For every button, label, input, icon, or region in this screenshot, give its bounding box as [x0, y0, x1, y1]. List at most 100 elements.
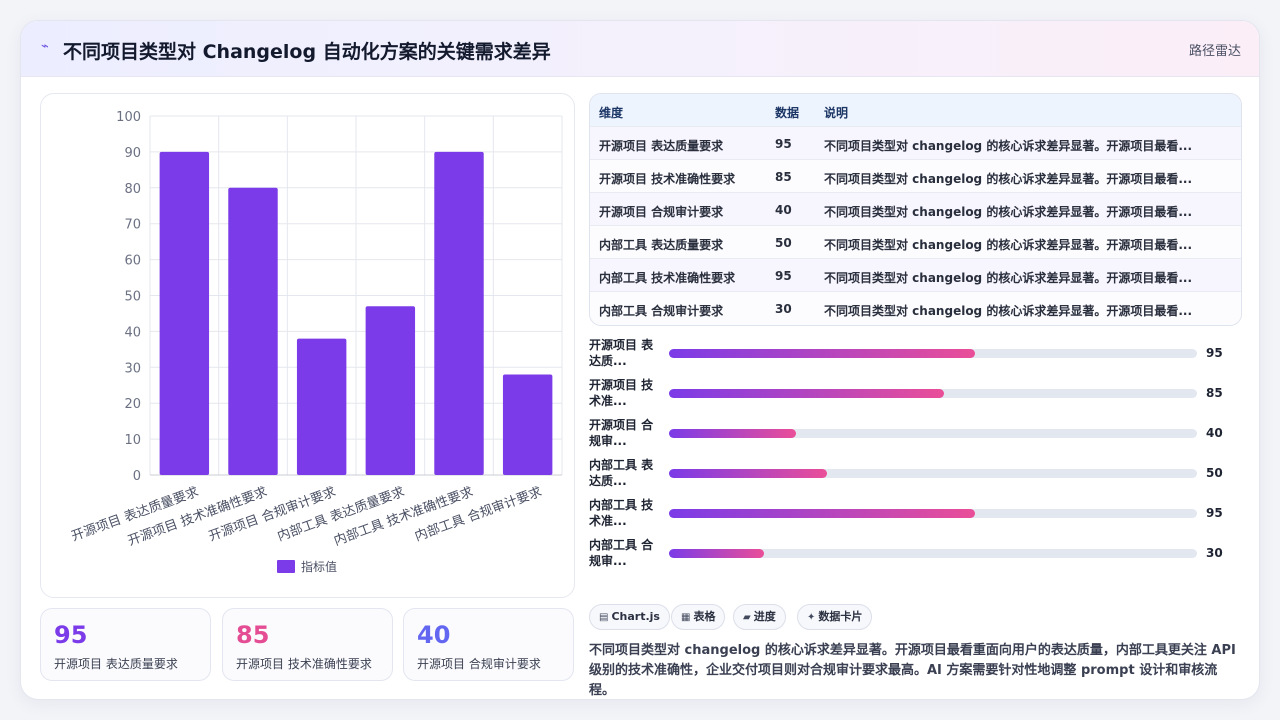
progress-fill: [669, 509, 976, 518]
table-cell: 不同项目类型对 changelog 的核心诉求差异显著。开源项目最看...: [824, 172, 1193, 186]
table-header-row: 维度 数据 说明: [590, 94, 1241, 127]
progress-track: [669, 389, 1197, 398]
bar: [228, 187, 278, 476]
stat-label: 开源项目 合规审计要求: [417, 657, 541, 671]
table-header-cell: 数据: [775, 106, 800, 120]
stat-value: 85: [236, 621, 270, 649]
table-cell: 95: [775, 269, 792, 283]
y-tick-label: 100: [116, 110, 141, 125]
progress-row: 开源项目 技术准... 85: [589, 377, 1249, 411]
y-tick-label: 0: [133, 469, 141, 484]
progress-label: 内部工具 表达质...: [589, 458, 654, 488]
table-cell: 内部工具 表达质量要求: [599, 238, 724, 252]
progress-label: 内部工具 技术准...: [589, 498, 654, 528]
stat-label: 开源项目 技术准确性要求: [236, 657, 372, 671]
bar: [296, 338, 347, 475]
progress-label: 内部工具 合规审...: [589, 538, 654, 568]
table-row: 内部工具 合规审计要求 30 不同项目类型对 changelog 的核心诉求差异…: [590, 292, 1241, 325]
table-cell: 不同项目类型对 changelog 的核心诉求差异显著。开源项目最看...: [824, 238, 1193, 252]
progress-track: [669, 549, 1197, 558]
summary-text: 不同项目类型对 changelog 的核心诉求差异显著。开源项目最看重面向用户的…: [589, 643, 1236, 698]
progress-value: 95: [1206, 506, 1223, 520]
chip-chartjs[interactable]: ▤ Chart.js: [589, 604, 670, 630]
progress-fill: [669, 389, 944, 398]
progress-value: 50: [1206, 466, 1223, 480]
stat-value: 40: [417, 621, 451, 649]
progress-track: [669, 349, 1197, 358]
chip-label: 表格: [693, 610, 716, 623]
progress-fill: [669, 549, 765, 558]
table-cell: 不同项目类型对 changelog 的核心诉求差异显著。开源项目最看...: [824, 271, 1193, 285]
progress-label: 开源项目 合规审...: [589, 418, 654, 448]
table-cell: 不同项目类型对 changelog 的核心诉求差异显著。开源项目最看...: [824, 304, 1193, 318]
table-cell: 内部工具 合规审计要求: [599, 304, 724, 318]
data-table: 维度 数据 说明 开源项目 表达质量要求 95 不同项目类型对 changelo…: [589, 93, 1242, 326]
table-cell: 内部工具 技术准确性要求: [599, 271, 736, 285]
legend-label: 指标值: [301, 559, 337, 574]
table-cell: 40: [775, 203, 792, 217]
table-cell: 不同项目类型对 changelog 的核心诉求差异显著。开源项目最看...: [824, 139, 1193, 153]
chip-data-card[interactable]: ✦ 数据卡片: [797, 604, 873, 630]
stat-card-3: 40 开源项目 合规审计要求: [403, 608, 574, 681]
bar: [159, 151, 210, 475]
progress-row: 内部工具 合规审... 30: [589, 537, 1249, 571]
chip-label: 数据卡片: [818, 610, 863, 623]
bar: [365, 306, 416, 475]
y-tick-label: 40: [124, 325, 141, 340]
dashboard-card: ⌁ 不同项目类型对 Changelog 自动化方案的关键需求差异 路径雷达 0 1…: [20, 20, 1260, 700]
table-cell: 30: [775, 302, 792, 316]
progress-fill: [669, 469, 828, 478]
table-cell: 开源项目 技术准确性要求: [599, 172, 736, 186]
progress-value: 85: [1206, 386, 1223, 400]
table-icon: ▦: [681, 612, 691, 623]
chart-icon: ▤: [599, 612, 609, 623]
page-title: 不同项目类型对 Changelog 自动化方案的关键需求差异: [63, 41, 551, 63]
progress-fill: [669, 429, 796, 438]
table-cell: 95: [775, 137, 792, 151]
progress-label: 开源项目 技术准...: [589, 378, 654, 408]
chip-label: Chart.js: [611, 610, 660, 623]
table-cell: 开源项目 合规审计要求: [599, 205, 724, 219]
y-tick-label: 90: [124, 146, 141, 161]
table-cell: 85: [775, 170, 792, 184]
stat-label: 开源项目 表达质量要求: [54, 657, 178, 671]
chip-progress[interactable]: ▰ 进度: [733, 604, 786, 630]
progress-icon: ▰: [743, 612, 751, 623]
table-header-cell: 维度: [599, 106, 624, 120]
y-tick-label: 30: [124, 361, 141, 376]
bar: [502, 374, 553, 475]
y-tick-label: 60: [124, 254, 141, 269]
chip-label: 进度: [753, 610, 776, 623]
y-tick-label: 80: [124, 182, 141, 197]
table-row: 开源项目 技术准确性要求 85 不同项目类型对 changelog 的核心诉求差…: [590, 160, 1241, 193]
y-tick-label: 20: [124, 397, 141, 412]
progress-row: 内部工具 技术准... 95: [589, 497, 1249, 531]
progress-value: 40: [1206, 426, 1223, 440]
stat-card-2: 85 开源项目 技术准确性要求: [222, 608, 393, 681]
table-cell: 不同项目类型对 changelog 的核心诉求差异显著。开源项目最看...: [824, 205, 1193, 219]
trend-icon: ⌁: [41, 39, 49, 54]
page-header: ⌁ 不同项目类型对 Changelog 自动化方案的关键需求差异 路径雷达: [21, 21, 1259, 77]
bar-chart-panel: 0 10 20 30 40 50 60 70 80 90 100 开源项目 表达质量要求 开源项目 技术…: [40, 93, 575, 598]
bar: [434, 151, 484, 475]
table-row: 开源项目 合规审计要求 40 不同项目类型对 changelog 的核心诉求差异…: [590, 193, 1241, 226]
progress-track: [669, 429, 1197, 438]
progress-value: 30: [1206, 546, 1223, 560]
progress-value: 95: [1206, 346, 1223, 360]
y-tick-label: 10: [124, 433, 141, 448]
progress-label: 开源项目 表达质...: [589, 338, 654, 368]
table-cell: 开源项目 表达质量要求: [599, 139, 724, 153]
table-header-cell: 说明: [824, 106, 849, 120]
header-tag: 路径雷达: [1188, 44, 1241, 59]
bar-chart: 0102030405060708090100开源项目 表达质量要求开源项目 技术…: [70, 110, 563, 574]
progress-fill: [669, 349, 976, 358]
stat-value: 95: [54, 621, 88, 649]
progress-track: [669, 509, 1197, 518]
table-cell: 50: [775, 236, 792, 250]
progress-row: 开源项目 合规审... 40: [589, 417, 1249, 451]
chip-table[interactable]: ▦ 表格: [671, 604, 726, 630]
stat-card-1: 95 开源项目 表达质量要求: [40, 608, 211, 681]
legend-swatch: [277, 560, 295, 573]
sparkle-icon: ✦: [807, 612, 816, 623]
table-row: 内部工具 技术准确性要求 95 不同项目类型对 changelog 的核心诉求差…: [590, 259, 1241, 292]
